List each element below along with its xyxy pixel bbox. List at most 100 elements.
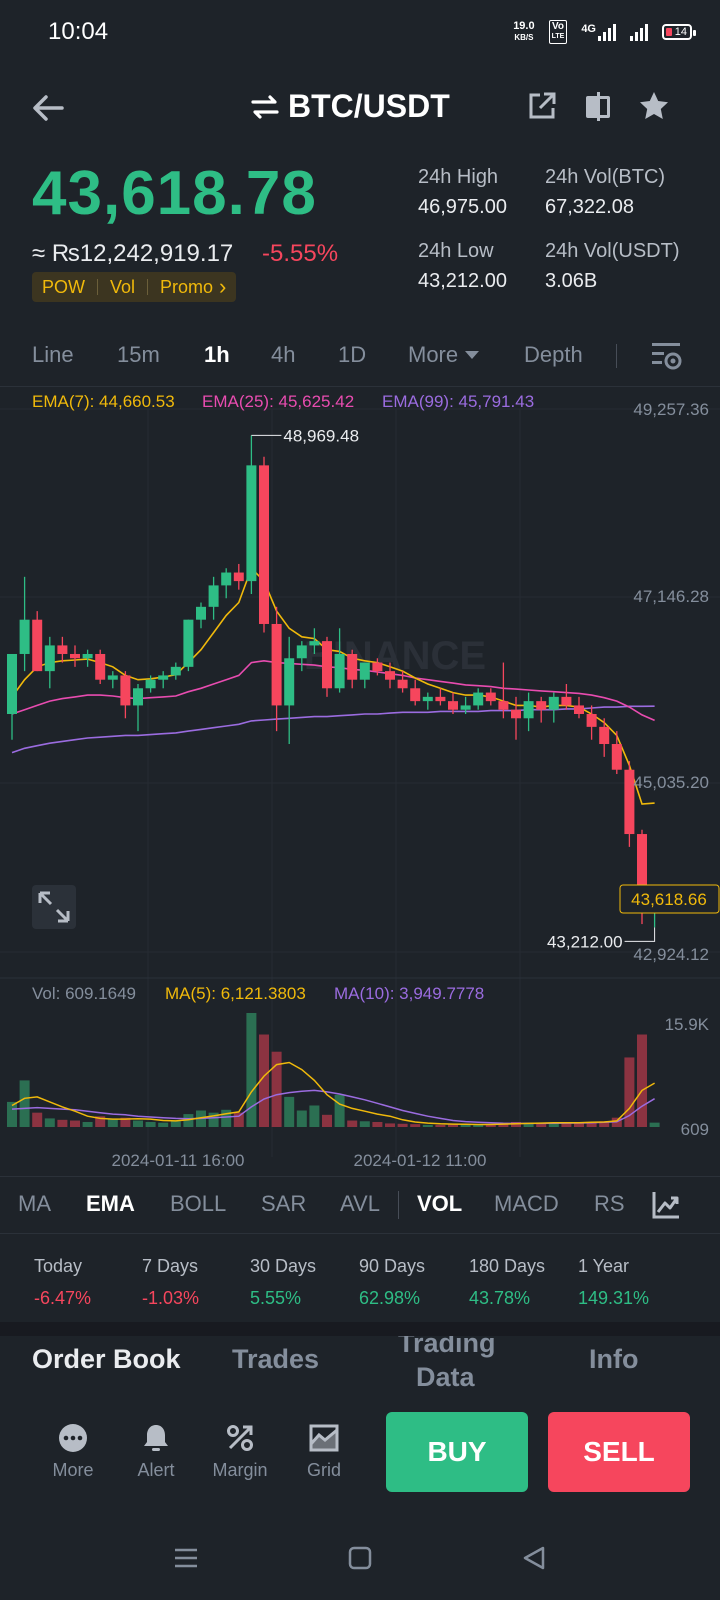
- chevron-right-icon: ›: [219, 274, 227, 299]
- tf-1h[interactable]: 1h: [204, 342, 230, 368]
- ind-macd[interactable]: MACD: [494, 1191, 559, 1217]
- candle: [460, 705, 471, 710]
- candle: [498, 701, 509, 710]
- ind-rsi[interactable]: RSI: [594, 1191, 624, 1217]
- margin-percent-icon: [227, 1425, 253, 1451]
- tab-trades[interactable]: Trades: [232, 1344, 319, 1375]
- system-nav-bar: [0, 1520, 720, 1600]
- margin-button[interactable]: Margin: [200, 1422, 280, 1481]
- sell-button[interactable]: SELL: [548, 1412, 690, 1492]
- tf-more-label: More: [408, 342, 459, 367]
- candle: [57, 645, 68, 654]
- volume-bar: [410, 1124, 421, 1127]
- candle: [70, 653, 80, 659]
- grid-button[interactable]: Grid: [284, 1422, 364, 1481]
- perf-label: 30 Days: [250, 1256, 317, 1276]
- vol-btc-label: 24h Vol(BTC): [545, 166, 666, 188]
- candle: [196, 606, 206, 620]
- candle: [372, 662, 383, 672]
- ind-sar[interactable]: SAR: [261, 1191, 306, 1217]
- volume-bar: [57, 1119, 68, 1127]
- buy-button[interactable]: BUY: [386, 1412, 528, 1492]
- status-icons: 19.0 KB/S Vo LTE 4G 14: [513, 18, 696, 46]
- tag-separator: [97, 279, 98, 295]
- candle: [561, 696, 572, 706]
- tab-info[interactable]: Info: [589, 1344, 638, 1375]
- tf-divider: [616, 344, 617, 368]
- ind-boll[interactable]: BOLL: [170, 1191, 226, 1217]
- ind-ema[interactable]: EMA: [86, 1191, 135, 1217]
- battery-icon: 14: [662, 24, 696, 40]
- network-type: 4G: [581, 23, 596, 35]
- pair-title: BTC/USDT: [288, 88, 450, 124]
- perf-value: 43.78%: [469, 1288, 531, 1308]
- favorite-button[interactable]: [634, 86, 674, 126]
- candle: [536, 701, 547, 710]
- ind-avl[interactable]: AVL: [340, 1191, 380, 1217]
- volume-bar: [145, 1121, 156, 1127]
- tab-trading-data[interactable]: Trading Data: [398, 1336, 508, 1392]
- tag-bar[interactable]: POW Vol Promo ›: [32, 272, 237, 302]
- compare-button[interactable]: [578, 86, 618, 126]
- price-axis-label: 45,035.20: [633, 773, 709, 792]
- vol-btc-value: 67,322.08: [545, 196, 634, 218]
- candle: [133, 688, 143, 706]
- tf-depth[interactable]: Depth: [524, 342, 583, 368]
- candle: [485, 692, 496, 702]
- swap-icon: [251, 94, 279, 119]
- price-axis-label: 42,924.12: [633, 945, 709, 964]
- perf-value: -1.03%: [142, 1288, 200, 1308]
- tab-order-book[interactable]: Order Book: [32, 1344, 181, 1375]
- vol-axis-label: 609: [681, 1120, 709, 1139]
- ind-ma[interactable]: MA: [18, 1191, 51, 1217]
- candle: [170, 666, 181, 676]
- tag-pow[interactable]: POW: [42, 277, 85, 298]
- tf-line[interactable]: Line: [32, 342, 74, 368]
- tf-more[interactable]: More: [408, 342, 480, 368]
- back-button[interactable]: [28, 88, 68, 128]
- tf-15m[interactable]: 15m: [117, 342, 160, 368]
- signal-4g-icon: 4G: [581, 23, 616, 41]
- candle: [284, 658, 295, 706]
- volte-icon: Vo LTE: [548, 20, 568, 44]
- candle: [548, 696, 559, 710]
- perf-value: 62.98%: [359, 1288, 421, 1308]
- tag-promo[interactable]: Promo: [160, 277, 213, 298]
- share-button[interactable]: [522, 86, 562, 126]
- last-price: 43,618.78: [32, 159, 317, 228]
- ema-lines: [11, 566, 655, 805]
- alert-button[interactable]: Alert: [116, 1422, 196, 1481]
- volume-bar: [385, 1123, 395, 1127]
- candlestick-chart[interactable]: BINANCE EMA(7): 44,660.53 EMA(25): 45,62…: [0, 387, 720, 1175]
- indicator-settings-button[interactable]: [650, 1189, 682, 1226]
- pair-selector[interactable]: BTC/USDT: [250, 88, 450, 125]
- volume-bar: [284, 1096, 295, 1127]
- menu-icon[interactable]: [172, 1544, 200, 1572]
- indicator-chart-icon: [652, 1192, 679, 1219]
- tag-vol[interactable]: Vol: [110, 277, 135, 298]
- candle: [19, 619, 30, 654]
- chart-settings-button[interactable]: [648, 338, 684, 379]
- low-marker-line: [624, 927, 656, 942]
- more-button[interactable]: More: [33, 1422, 113, 1481]
- home-icon[interactable]: [346, 1544, 374, 1572]
- tf-1d[interactable]: 1D: [338, 342, 366, 368]
- vol-ma10-label: MA(10): 3,949.7778: [334, 984, 484, 1003]
- candle: [410, 688, 421, 702]
- candle: [523, 701, 534, 719]
- indicator-tabs: MA EMA BOLL SAR AVL VOL MACD RSI: [0, 1176, 720, 1234]
- tf-4h[interactable]: 4h: [271, 342, 295, 368]
- time-axis-label: 2024-01-12 11:00: [354, 1151, 487, 1170]
- fullscreen-button[interactable]: [32, 885, 76, 929]
- caret-down-icon: [465, 351, 480, 359]
- volume-bar: [221, 1109, 232, 1127]
- candle: [145, 679, 156, 689]
- volume-bars: [7, 1013, 660, 1127]
- ind-vol[interactable]: VOL: [417, 1191, 462, 1217]
- bottom-tabs: Order Book Trades Trading Data Info: [0, 1336, 720, 1396]
- vol-axis-label: 15.9K: [665, 1015, 710, 1034]
- back-nav-icon[interactable]: [520, 1544, 548, 1572]
- volume-bar: [70, 1120, 80, 1127]
- perf-value: 149.31%: [578, 1288, 650, 1308]
- high-label: 24h High: [418, 166, 499, 188]
